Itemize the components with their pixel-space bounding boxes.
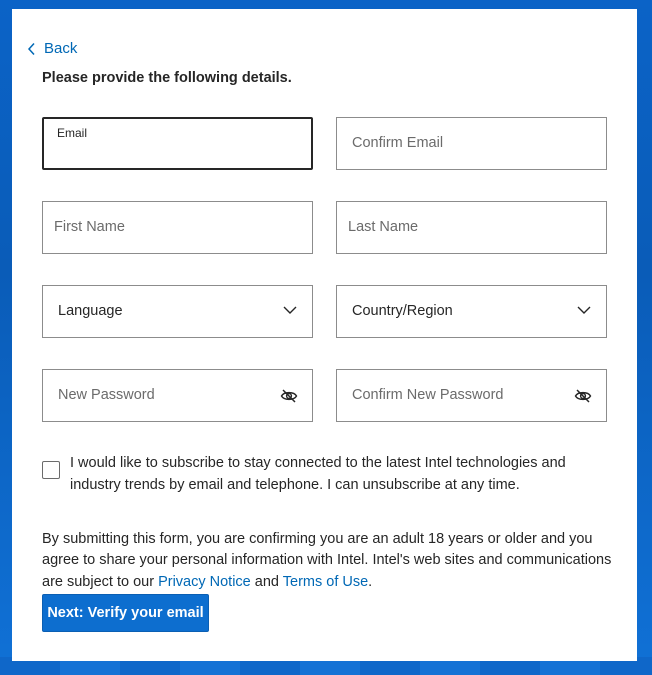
subscribe-row: I would like to subscribe to stay connec… [42,452,612,496]
first-name-placeholder: First Name [54,219,125,235]
next-verify-email-button[interactable]: Next: Verify your email [42,594,209,632]
registration-card: Back Please provide the following detail… [12,9,637,661]
subscribe-checkbox[interactable] [42,461,60,479]
email-label: Email [57,126,88,140]
eye-slash-icon[interactable] [574,388,592,404]
confirm-new-password-placeholder: Confirm New Password [352,387,504,403]
terms-of-use-link[interactable]: Terms of Use [283,574,368,590]
confirm-new-password-field[interactable]: Confirm New Password [336,369,607,422]
email-field[interactable]: Email [42,117,313,170]
last-name-placeholder: Last Name [348,219,419,235]
back-label: Back [44,40,78,57]
subscribe-label: I would like to subscribe to stay connec… [70,455,566,493]
language-selected: Language [58,303,123,319]
chevron-down-icon [283,306,297,314]
legal-period: . [368,573,373,590]
form-heading: Please provide the following details. [42,70,292,86]
last-name-field[interactable]: Last Name [336,201,607,254]
country-region-selected: Country/Region [352,303,453,319]
first-name-field[interactable]: First Name [42,201,313,254]
legal-text: By submitting this form, you are confirm… [42,529,612,594]
new-password-field[interactable]: New Password [42,369,313,422]
confirm-email-field[interactable]: Confirm Email [336,117,607,170]
legal-and: and [250,573,283,590]
chevron-down-icon [577,306,591,314]
privacy-notice-link[interactable]: Privacy Notice [158,574,251,590]
country-region-select[interactable]: Country/Region [336,285,607,338]
back-link[interactable]: Back [26,40,77,57]
chevron-left-icon [27,42,35,55]
eye-slash-icon[interactable] [280,388,298,404]
new-password-placeholder: New Password [58,387,155,403]
language-select[interactable]: Language [42,285,313,338]
confirm-email-placeholder: Confirm Email [352,135,444,151]
